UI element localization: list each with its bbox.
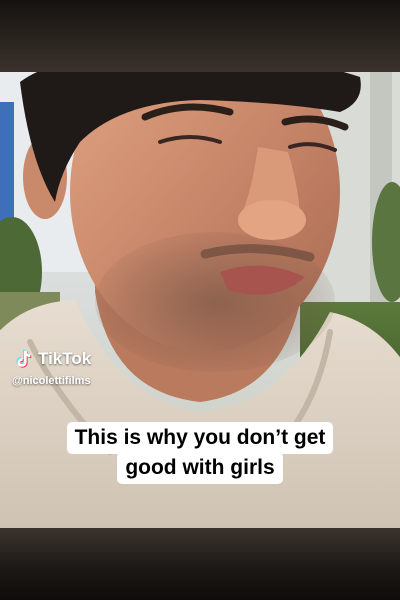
nose-tip — [238, 200, 306, 240]
letterbox-bottom — [0, 528, 400, 600]
caption: This is why you don’t get good with girl… — [0, 422, 400, 484]
left-blue-sign — [0, 102, 14, 232]
letterbox-top — [0, 0, 400, 72]
tiktok-watermark: TikTok — [12, 348, 91, 370]
tiktok-note-icon — [16, 349, 32, 368]
caption-line-1: This is why you don’t get — [66, 422, 334, 454]
video-frame: TikTok @nicolettifilms This is why you d… — [0, 0, 400, 600]
creator-handle[interactable]: @nicolettifilms — [12, 375, 91, 387]
tiktok-brand-label: TikTok — [38, 349, 92, 368]
caption-line-2: good with girls — [117, 452, 283, 484]
